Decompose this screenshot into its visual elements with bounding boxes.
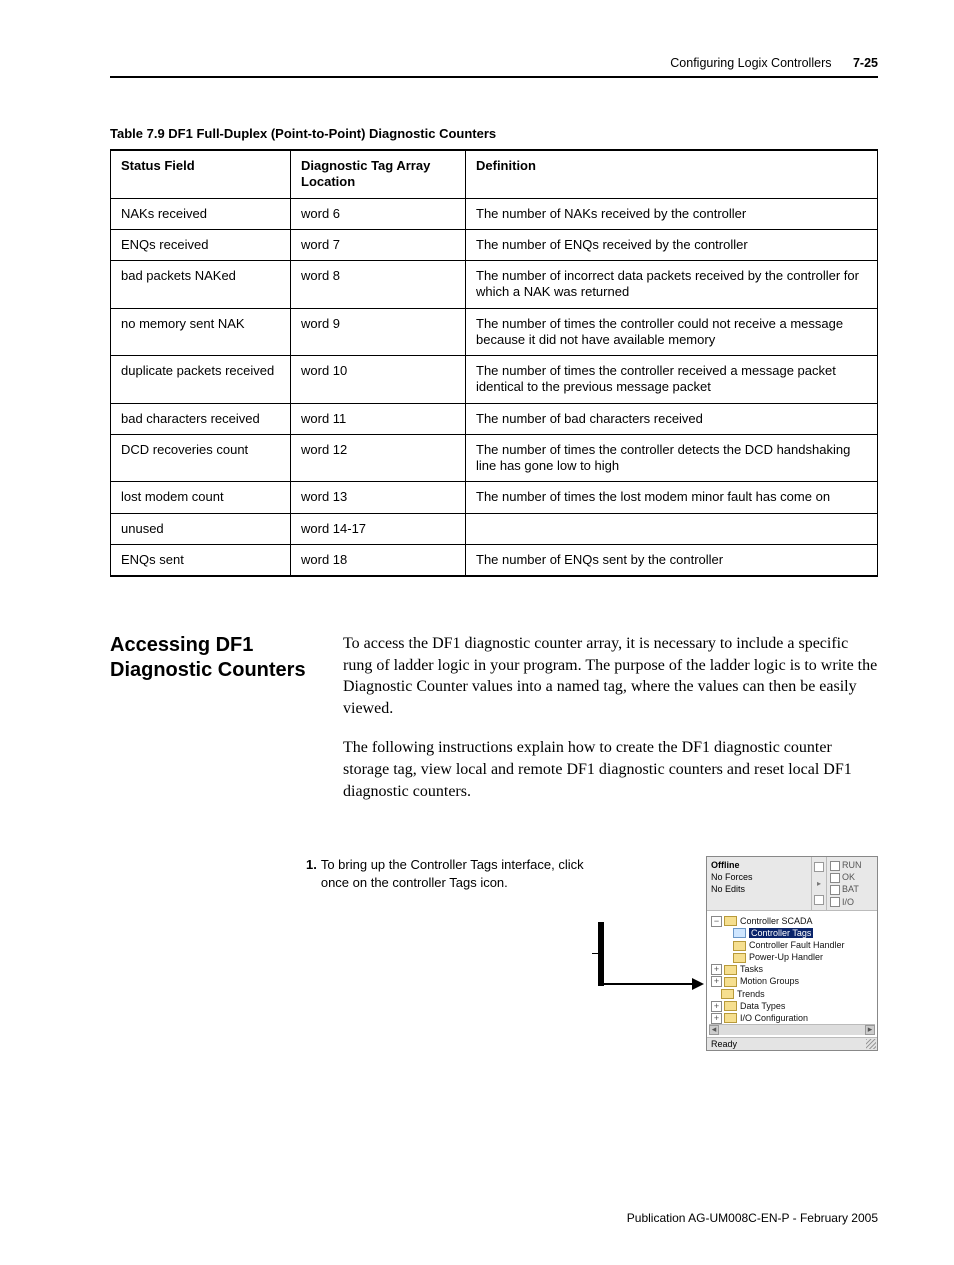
folder-icon [724, 1001, 737, 1011]
tree-tasks[interactable]: Tasks [740, 964, 763, 974]
status-text: Ready [711, 1039, 737, 1049]
status-no-forces: No Forces [711, 871, 807, 883]
col-header-definition: Definition [466, 150, 878, 198]
col-header-location: Diagnostic Tag Array Location [291, 150, 466, 198]
table-row: NAKs receivedword 6The number of NAKs re… [111, 198, 878, 229]
publication-footer: Publication AG-UM008C-EN-P - February 20… [110, 1211, 878, 1225]
folder-icon [721, 989, 734, 999]
tree-fault-handler[interactable]: Controller Fault Handler [749, 940, 845, 950]
callout-bar [598, 922, 604, 986]
scroll-left-icon[interactable]: ◂ [709, 1025, 719, 1035]
step-number: 1. [306, 856, 317, 891]
running-header: Configuring Logix Controllers 7-25 [110, 56, 878, 78]
diagnostic-counters-table: Status Field Diagnostic Tag Array Locati… [110, 149, 878, 577]
tree-trends[interactable]: Trends [737, 989, 765, 999]
forces-play-icon[interactable]: ▸ [817, 879, 821, 888]
table-row: ENQs sentword 18The number of ENQs sent … [111, 544, 878, 576]
app-screenshot: Offline No Forces No Edits ▸ RUN OK BAT … [706, 856, 878, 1051]
section-heading: Accessing DF1 Diagnostic Counters [110, 633, 315, 820]
tags-icon [733, 928, 746, 938]
key-icon[interactable] [814, 862, 824, 872]
expand-icon[interactable]: + [711, 976, 722, 987]
lock-icon[interactable] [814, 895, 824, 905]
tree-data-types[interactable]: Data Types [740, 1001, 785, 1011]
status-bar: Ready [707, 1037, 877, 1050]
project-tree: − Controller SCADA Controller Tags Contro… [707, 911, 877, 1037]
app-status-panel: Offline No Forces No Edits ▸ RUN OK BAT … [707, 857, 877, 911]
tree-controller[interactable]: Controller SCADA [740, 916, 813, 926]
table-row: duplicate packets receivedword 10The num… [111, 356, 878, 404]
tree-io-config[interactable]: I/O Configuration [740, 1013, 808, 1023]
table-row: bad characters receivedword 11The number… [111, 403, 878, 434]
resize-grip-icon[interactable] [866, 1039, 876, 1049]
folder-icon [724, 977, 737, 987]
paragraph: To access the DF1 diagnostic counter arr… [343, 633, 878, 719]
table-caption: Table 7.9 DF1 Full-Duplex (Point-to-Poin… [110, 126, 878, 141]
folder-icon [724, 1013, 737, 1023]
table-row: bad packets NAKedword 8The number of inc… [111, 261, 878, 309]
io-checkbox[interactable] [830, 897, 840, 907]
status-offline: Offline [711, 859, 807, 871]
table-row: lost modem countword 13The number of tim… [111, 482, 878, 513]
callout-arrow-icon [604, 983, 702, 985]
page-number: 7-25 [835, 56, 878, 70]
paragraph: The following instructions explain how t… [343, 737, 878, 802]
expand-icon[interactable]: + [711, 1001, 722, 1012]
collapse-icon[interactable]: − [711, 916, 722, 927]
scrollbar-horizontal[interactable]: ◂▸ [709, 1024, 875, 1035]
folder-icon [733, 941, 746, 951]
step-instruction: 1. To bring up the Controller Tags inter… [306, 856, 596, 891]
step-text: To bring up the Controller Tags interfac… [321, 856, 596, 891]
folder-icon [724, 965, 737, 975]
folder-icon [724, 916, 737, 926]
status-no-edits: No Edits [711, 883, 807, 895]
bat-checkbox[interactable] [830, 885, 840, 895]
ok-checkbox[interactable] [830, 873, 840, 883]
table-row: ENQs receivedword 7The number of ENQs re… [111, 229, 878, 260]
scroll-right-icon[interactable]: ▸ [865, 1025, 875, 1035]
run-checkbox[interactable] [830, 861, 840, 871]
col-header-status: Status Field [111, 150, 291, 198]
tree-motion-groups[interactable]: Motion Groups [740, 976, 799, 986]
folder-icon [733, 953, 746, 963]
table-row: no memory sent NAKword 9The number of ti… [111, 308, 878, 356]
tree-powerup-handler[interactable]: Power-Up Handler [749, 952, 823, 962]
tree-controller-tags[interactable]: Controller Tags [749, 928, 813, 938]
table-row: DCD recoveries countword 12The number of… [111, 434, 878, 482]
section-body: To access the DF1 diagnostic counter arr… [343, 633, 878, 820]
table-row: unusedword 14-17 [111, 513, 878, 544]
expand-icon[interactable]: + [711, 1013, 722, 1024]
expand-icon[interactable]: + [711, 964, 722, 975]
section-name: Configuring Logix Controllers [670, 56, 831, 70]
